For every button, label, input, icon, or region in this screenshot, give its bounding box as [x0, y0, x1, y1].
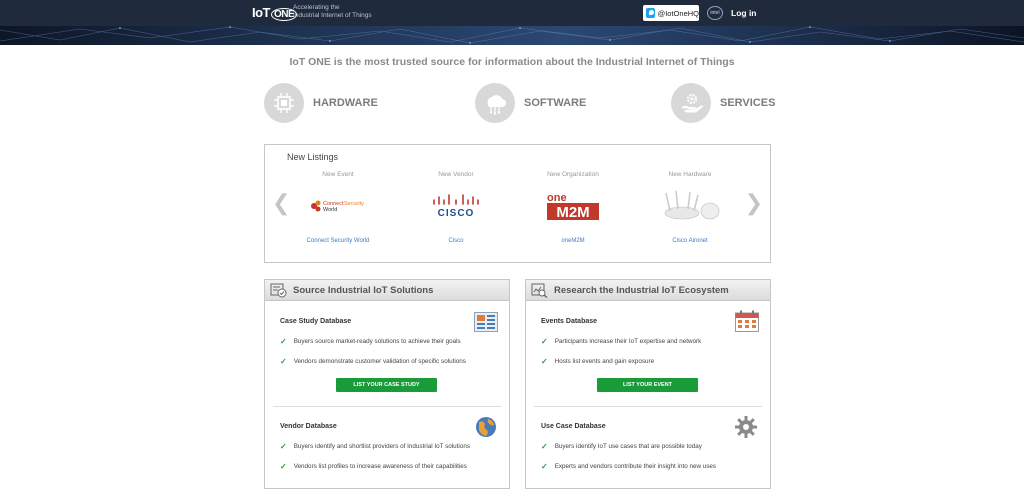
listing-type: New Organization	[547, 171, 599, 178]
svg-text:World: World	[323, 207, 337, 213]
section-title[interactable]: Case Study Database	[280, 318, 500, 325]
listing-type: New Event	[322, 171, 354, 178]
bullet-text: Experts and vendors contribute their ins…	[554, 463, 717, 470]
hand-gear-icon	[671, 83, 711, 123]
access-point-image	[640, 184, 740, 228]
tagline-line-1: Accelerating the	[293, 4, 340, 11]
listing-name: oneM2M	[561, 238, 585, 244]
list-case-study-button[interactable]: LIST YOUR CASE STUDY	[336, 378, 437, 392]
check-icon: ✓	[541, 462, 548, 471]
cloud-icon	[475, 83, 515, 123]
bullet-item: ✓ Buyers identify and shortlist providers…	[280, 442, 500, 451]
twitter-follow-button[interactable]: @IotOneHQ	[643, 5, 699, 21]
bullet-item: ✓ Buyers identify IoT use cases that are …	[541, 442, 761, 451]
panel-source-solutions: Source Industrial IoT Solutions Case Stu…	[264, 279, 510, 489]
bullet-item: ✓ Vendors list profiles to increase aware…	[280, 462, 500, 471]
login-link[interactable]: Log in	[731, 8, 757, 18]
globe-icon	[476, 417, 496, 437]
events-section: Events Database ✓ Participants increase t…	[541, 318, 761, 366]
category-label: SOFTWARE	[524, 97, 587, 109]
panel-header: Source Industrial IoT Solutions	[265, 280, 509, 301]
listings-title: New Listings	[287, 152, 339, 162]
panel-research-ecosystem: Research the Industrial IoT Ecosystem Ev…	[525, 279, 771, 489]
svg-text:one: one	[547, 192, 567, 204]
intel-badge-icon: intel	[707, 6, 723, 20]
bullet-text: Hosts list events and gain exposure	[554, 358, 655, 365]
category-label: HARDWARE	[313, 97, 378, 109]
network-pattern	[0, 26, 1024, 44]
category-software[interactable]: SOFTWARE	[475, 83, 586, 123]
calendar-icon	[735, 310, 759, 332]
bullet-item: ✓ Buyers source market-ready solutions to…	[280, 337, 500, 346]
category-services[interactable]: SERVICES	[671, 83, 775, 123]
bullet-text: Buyers identify IoT use cases that are p…	[554, 443, 702, 450]
bullet-text: Vendors demonstrate customer validation …	[293, 358, 466, 365]
panel-title: Research the Industrial IoT Ecosystem	[554, 284, 729, 296]
section-title[interactable]: Use Case Database	[541, 423, 761, 430]
clipboard-check-icon	[270, 283, 287, 297]
listing-name: Cisco Aironet	[672, 238, 708, 244]
gear-icon	[735, 416, 757, 438]
category-hardware[interactable]: HARDWARE	[264, 83, 378, 123]
tagline-line-2: Industrial Internet of Things	[293, 12, 372, 19]
tagline: Accelerating the Industrial Internet of …	[293, 4, 372, 20]
chip-icon	[264, 83, 304, 123]
listing-type: New Vendor	[438, 171, 474, 178]
carousel-next-button[interactable]: ❯	[745, 191, 763, 216]
svg-text:CISCO: CISCO	[438, 208, 475, 219]
case-study-section: Case Study Database ✓ Buyers source marke…	[280, 318, 500, 366]
listing-name: Cisco	[448, 238, 464, 244]
connect-security-world-logo: Connect Security World	[288, 184, 388, 228]
listing-item-organization[interactable]: New Organization one M2M oneM2M	[523, 171, 623, 244]
panel-header: Research the Industrial IoT Ecosystem	[526, 280, 770, 301]
twitter-handle: @IotOneHQ	[657, 8, 699, 18]
check-icon: ✓	[541, 357, 548, 366]
use-case-section: Use Case Database ✓ Buyers identify IoT u…	[541, 423, 761, 471]
bullet-item: ✓ Vendors demonstrate customer validation…	[280, 357, 500, 366]
top-navbar: IoT ONE Accelerating the Industrial Inter…	[0, 0, 1024, 26]
bullet-item: ✓ Experts and vendors contribute their in…	[541, 462, 761, 471]
cisco-logo: CISCO	[406, 184, 506, 228]
check-icon: ✓	[541, 442, 548, 451]
onem2m-logo: one M2M	[523, 184, 623, 228]
check-icon: ✓	[280, 357, 287, 366]
logo-text: IoT	[252, 5, 271, 20]
bullet-text: Buyers source market-ready solutions to …	[293, 338, 461, 345]
check-icon: ✓	[280, 462, 287, 471]
svg-text:Security: Security	[344, 201, 364, 207]
list-event-button[interactable]: LIST YOUR EVENT	[597, 378, 698, 392]
listing-item-hardware[interactable]: New Hardware Cisco Aironet	[640, 171, 740, 244]
twitter-icon	[646, 8, 655, 18]
listing-type: New Hardware	[668, 171, 712, 178]
section-title[interactable]: Vendor Database	[280, 423, 500, 430]
listing-name: Connect Security World	[306, 238, 370, 244]
hero-banner	[0, 26, 1024, 45]
category-label: SERVICES	[720, 97, 776, 109]
magnify-chart-icon	[531, 283, 548, 298]
new-listings-carousel: New Listings ❮ ❯ New Event Connect Secur…	[264, 144, 771, 263]
bullet-item: ✓ Hosts list events and gain exposure	[541, 357, 761, 366]
listing-item-vendor[interactable]: New Vendor CISCO Cisco	[406, 171, 506, 244]
check-icon: ✓	[280, 337, 287, 346]
page-headline: IoT ONE is the most trusted source for i…	[289, 56, 735, 68]
check-icon: ✓	[280, 442, 287, 451]
panel-title: Source Industrial IoT Solutions	[293, 284, 434, 296]
bullet-text: Buyers identify and shortlist providers …	[293, 443, 470, 450]
bullet-item: ✓ Participants increase their IoT experti…	[541, 337, 761, 346]
vendor-section: Vendor Database ✓ Buyers identify and sho…	[280, 423, 500, 471]
bullet-text: Vendors list profiles to increase awaren…	[293, 463, 467, 470]
check-icon: ✓	[541, 337, 548, 346]
listing-item-event[interactable]: New Event Connect Security World Connect…	[288, 171, 388, 244]
section-divider	[534, 406, 762, 407]
section-divider	[273, 406, 501, 407]
svg-text:M2M: M2M	[556, 204, 589, 221]
section-title[interactable]: Events Database	[541, 318, 761, 325]
document-icon	[474, 312, 498, 332]
site-logo[interactable]: IoT ONE	[252, 5, 298, 21]
bullet-text: Participants increase their IoT expertis…	[554, 338, 702, 345]
